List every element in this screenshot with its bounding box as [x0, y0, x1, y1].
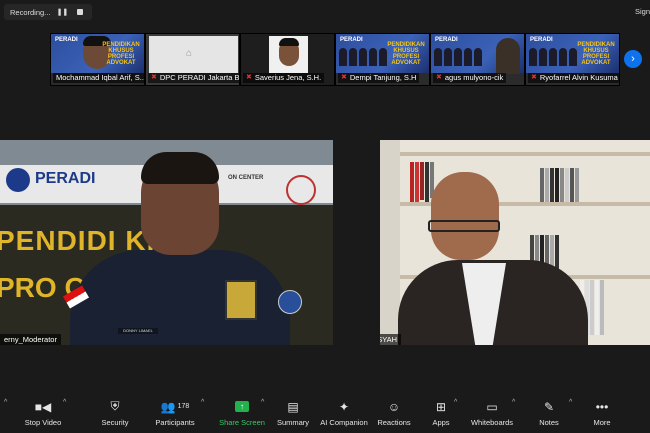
participant-name: erny_Moderator — [0, 334, 61, 345]
peradi-logo — [6, 168, 30, 192]
mic-off-icon: ✖ — [151, 74, 157, 81]
share-screen-icon: ↑ — [235, 401, 249, 412]
participant-name: ✖ agus mulyono-cik — [433, 73, 507, 83]
peradi-logo: PERADI — [340, 37, 363, 43]
participants-options-caret[interactable]: ^ — [201, 399, 204, 406]
participant-name: ✖ DPC PERADI Jakarta B... — [148, 73, 239, 83]
meeting-toolbar: ^ ■◀ Stop Video ^ ⛨ Security 👥 178 Partic… — [0, 395, 650, 433]
apps-icon: ⊞ — [435, 399, 447, 414]
peradi-logo: PERADI — [435, 37, 458, 43]
peradi-logo: PERADI — [55, 37, 78, 43]
whiteboard-icon: ▭ — [486, 399, 498, 414]
chevron-right-icon: › — [631, 53, 635, 65]
banner-word: PERADI — [35, 170, 96, 187]
participant-thumbnail[interactable]: PERADI PENDIDIKAN KHUSUS PROFESI ADVOKAT… — [50, 33, 145, 86]
participant-name: ✖ Saverius Jena, S.H. — [243, 73, 325, 83]
nameplate-text: DONNY LIMAEL — [123, 328, 153, 333]
video-tile-left[interactable]: PERADI ON CENTER PENDIDI KHUS PRO O DONN… — [0, 140, 333, 345]
participant-thumbnail[interactable]: PERADI PENDIDIKAN KHUSUS PROFESI ADVOKAT… — [335, 33, 430, 86]
participant-thumbnail[interactable]: ✖ Saverius Jena, S.H. — [240, 33, 335, 86]
smiley-plus-icon: ☺ — [387, 399, 401, 414]
pause-recording-icon[interactable]: ❚❚ — [56, 6, 69, 18]
participant-thumbnail[interactable]: PERADI PENDIDIKAN KHUSUS PROFESI ADVOKAT… — [525, 33, 620, 86]
recording-label: Recording... — [10, 7, 51, 17]
sign-in-link[interactable]: Sign — [635, 7, 650, 16]
participant-thumbnail[interactable]: ⌂ ✖ DPC PERADI Jakarta B... — [145, 33, 240, 86]
mic-off-icon: ✖ — [436, 74, 442, 81]
sparkle-icon: ✦ — [338, 399, 350, 414]
home-icon: ⌂ — [186, 48, 193, 59]
stop-video-button[interactable]: ■◀ Stop Video — [8, 399, 78, 428]
notes-icon: ✎ — [543, 399, 555, 414]
video-camera-icon: ■◀ — [34, 399, 52, 414]
center-text: ON CENTER — [228, 175, 264, 181]
banner-text: PENDIDIKAN KHUSUS PROFESI ADVOKAT — [577, 42, 615, 66]
peradi-logo: PERADI — [530, 37, 553, 43]
more-button[interactable]: ••• More — [567, 399, 637, 428]
video-options-caret[interactable]: ^ — [63, 399, 66, 406]
participants-button[interactable]: 👥 178 Participants — [140, 399, 210, 428]
mic-off-icon: ✖ — [531, 74, 537, 81]
shield-icon: ⛨ — [110, 399, 120, 413]
people-icon: 👥 — [160, 399, 176, 414]
banner-text: PENDIDIKAN KHUSUS PROFESI ADVOKAT — [387, 42, 425, 66]
more-icon: ••• — [595, 399, 609, 414]
recording-indicator: Recording... ❚❚ — [4, 4, 93, 20]
participant-name: ✖ ARDIANSYAH — [380, 334, 402, 345]
participant-name: ✖ Ryofarrel Alvin Kusuma — [528, 73, 619, 83]
banner-text: PENDIDIKAN KHUSUS PROFESI ADVOKAT — [102, 42, 140, 66]
next-page-button[interactable]: › — [624, 50, 642, 68]
participant-name: ✖ Dempi Tanjung, S.H — [338, 73, 420, 83]
video-tile-right[interactable]: ✖ ARDIANSYAH — [380, 140, 650, 345]
summary-icon: ▤ — [287, 399, 299, 414]
mic-off-icon: ✖ — [341, 74, 347, 81]
participant-thumbnail[interactable]: PERADI ✖ agus mulyono-cik — [430, 33, 525, 86]
participant-name: Mochammad Iqbal Arif, S... — [53, 73, 144, 83]
stop-recording-icon[interactable] — [74, 6, 86, 18]
mic-off-icon: ✖ — [246, 74, 252, 81]
